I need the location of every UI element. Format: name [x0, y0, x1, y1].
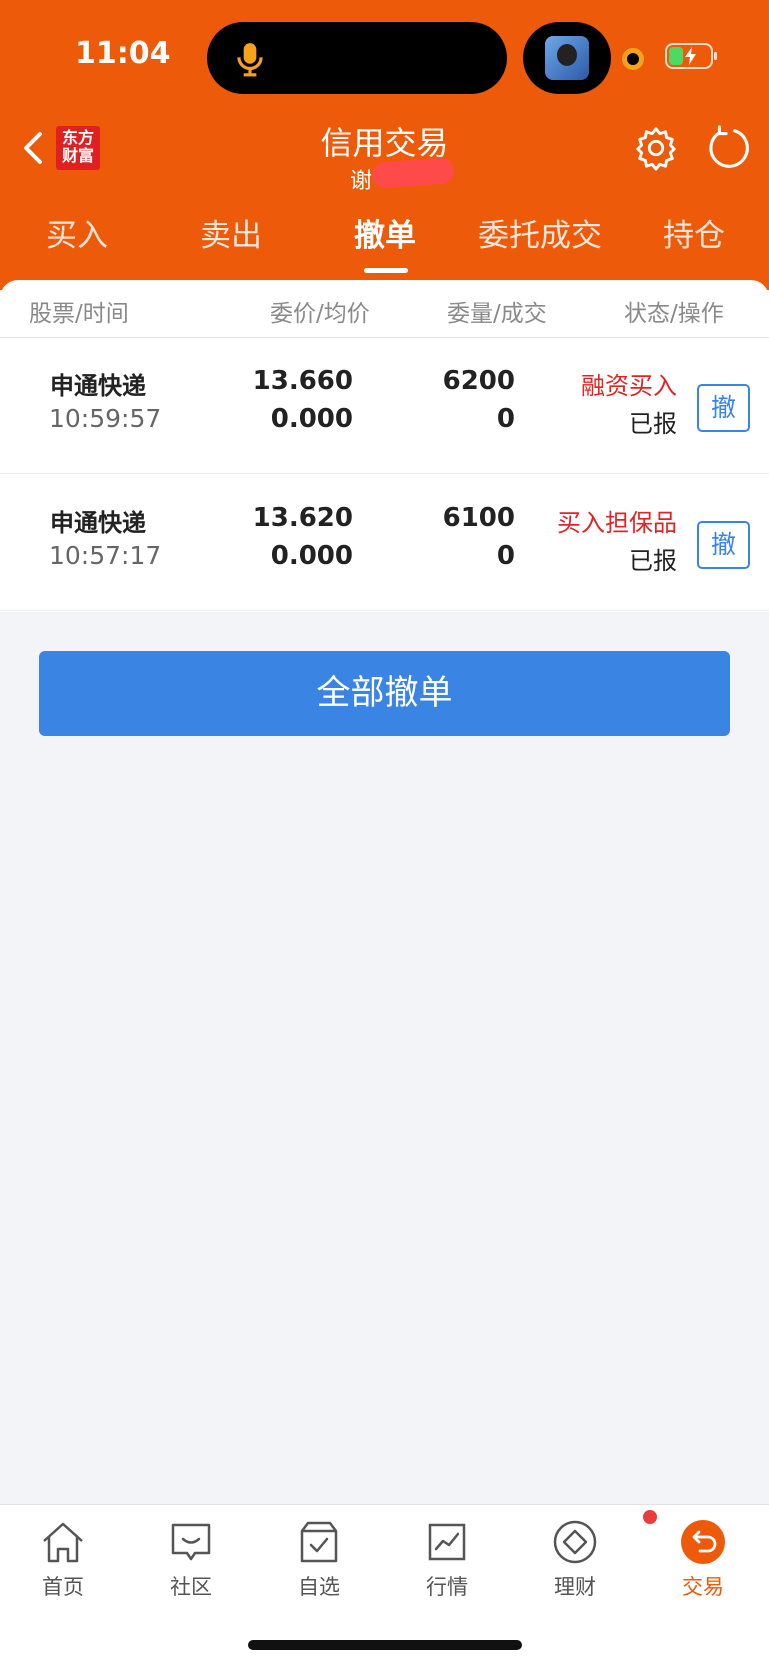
recording-indicator-icon: [622, 48, 644, 70]
market-chart-icon: [428, 1523, 466, 1561]
status-time: 11:04: [75, 36, 171, 71]
watchlist-icon: [300, 1521, 338, 1563]
account-name: 谢: [350, 169, 373, 194]
battery-icon: [665, 43, 717, 69]
cancel-all-button[interactable]: 全部撤单: [39, 651, 730, 736]
col-stock-time: 股票/时间: [29, 301, 129, 327]
stock-name: 申通快递: [50, 372, 146, 400]
table-header: 股票/时间 委价/均价 委量/成交 状态/操作: [0, 280, 769, 338]
home-indicator[interactable]: [248, 1640, 522, 1650]
order-time: 10:59:57: [49, 404, 162, 433]
order-price: 13.660: [252, 366, 353, 396]
nav-watchlist-label: 自选: [298, 1575, 340, 1599]
nav-community-label: 社区: [170, 1575, 212, 1599]
nav-home[interactable]: 首页: [13, 1517, 113, 1601]
nav-market-label: 行情: [426, 1575, 468, 1599]
home-icon: [43, 1522, 83, 1563]
tab-positions[interactable]: 持仓: [617, 210, 769, 255]
table-row: 申通快递 10:59:57 13.660 0.000 6200 0 融资买入 已…: [0, 338, 769, 474]
order-type: 融资买入: [581, 372, 677, 400]
filled-qty: 0: [496, 541, 515, 571]
order-time: 10:57:17: [49, 541, 162, 570]
order-status: 已报: [629, 547, 677, 575]
nav-trade-label: 交易: [682, 1575, 724, 1599]
tab-buy[interactable]: 买入: [0, 210, 154, 255]
notification-dot: [643, 1510, 657, 1524]
chat-icon: [171, 1523, 211, 1561]
order-qty: 6100: [442, 503, 515, 533]
cancel-order-button[interactable]: 撤: [697, 521, 750, 569]
diamond-icon: [553, 1520, 597, 1564]
tab-sell[interactable]: 卖出: [154, 210, 308, 255]
col-qty-filled: 委量/成交: [447, 301, 547, 327]
nav-market[interactable]: 行情: [397, 1517, 497, 1601]
microphone-icon: [237, 43, 263, 77]
media-island: [523, 22, 611, 94]
nav-watchlist[interactable]: 自选: [269, 1517, 369, 1601]
order-type: 买入担保品: [557, 509, 677, 537]
avg-price: 0.000: [270, 541, 353, 571]
order-qty: 6200: [442, 366, 515, 396]
redaction-mark: [371, 157, 455, 189]
filled-qty: 0: [496, 404, 515, 434]
nav-trade[interactable]: 交易: [653, 1517, 753, 1601]
trade-icon: [681, 1520, 725, 1564]
nav-wealth[interactable]: 理财: [525, 1517, 625, 1601]
gear-icon[interactable]: [633, 125, 679, 171]
refresh-icon[interactable]: [706, 125, 752, 171]
dynamic-island: [207, 22, 507, 94]
media-thumbnail: [545, 36, 589, 80]
nav-wealth-label: 理财: [554, 1575, 596, 1599]
stock-name: 申通快递: [50, 509, 146, 537]
tab-orders-fills[interactable]: 委托成交: [463, 210, 617, 255]
avg-price: 0.000: [270, 404, 353, 434]
col-status-action: 状态/操作: [624, 301, 724, 327]
trade-tabs: 买入 卖出 撤单 委托成交 持仓: [0, 210, 769, 270]
charging-bolt-icon: [685, 47, 696, 65]
order-status: 已报: [629, 410, 677, 438]
app-header: 11:04 东方 财富 信用交易 谢 买入 卖出 撤单 委托成交 持仓: [0, 0, 769, 290]
active-tab-indicator: [364, 268, 408, 273]
nav-home-label: 首页: [42, 1575, 84, 1599]
table-row: 申通快递 10:57:17 13.620 0.000 6100 0 买入担保品 …: [0, 475, 769, 611]
order-price: 13.620: [252, 503, 353, 533]
order-table: 股票/时间 委价/均价 委量/成交 状态/操作 申通快递 10:59:57 13…: [0, 280, 769, 612]
col-price-avg: 委价/均价: [270, 301, 370, 327]
nav-community[interactable]: 社区: [141, 1517, 241, 1601]
cancel-order-button[interactable]: 撤: [697, 384, 750, 432]
tab-cancel-order[interactable]: 撤单: [308, 210, 462, 255]
